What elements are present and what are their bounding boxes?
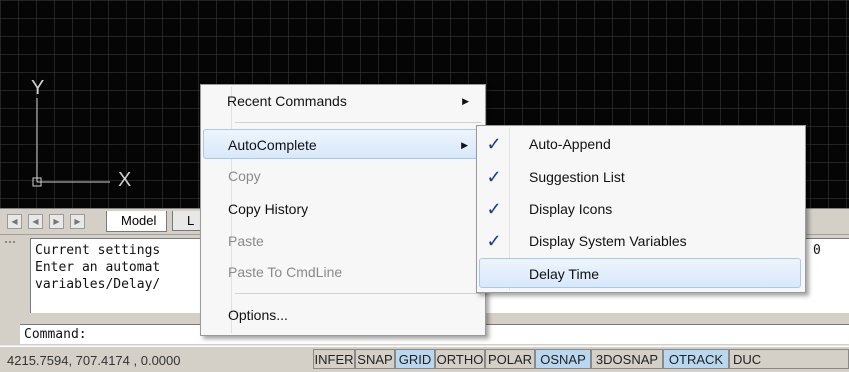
menu-item-paste-to-cmdline: Paste To CmdLine <box>228 264 343 280</box>
status-button-ducs[interactable]: DUC <box>729 349 849 369</box>
status-button-3dosnap[interactable]: 3DOSNAP <box>591 349 663 369</box>
checkmark-icon: ✓ <box>486 231 502 251</box>
submenu-arrow-icon: ▶ <box>461 140 468 150</box>
submenu-item-auto-append[interactable]: ✓ Auto-Append <box>479 129 801 159</box>
ucs-icon: Y X <box>31 77 131 191</box>
menu-item-copy: Copy <box>228 168 261 184</box>
autocomplete-submenu: ✓ Auto-Append ✓ Suggestion List ✓ Displa… <box>476 125 806 293</box>
menu-item-autocomplete[interactable]: AutoComplete ▶ <box>203 129 481 159</box>
submenu-item-display-icons[interactable]: ✓ Display Icons <box>479 194 801 224</box>
previous-tab-icon[interactable]: ◀ <box>28 214 43 229</box>
submenu-arrow-icon: ▶ <box>462 96 469 106</box>
menu-item-copy-history[interactable]: Copy History <box>203 194 481 224</box>
status-button-osnap[interactable]: OSNAP <box>535 349 591 369</box>
history-right-fragment: 0 <box>813 243 821 258</box>
checkmark-icon: ✓ <box>486 167 502 187</box>
first-tab-icon[interactable]: ◀ <box>7 214 22 229</box>
coordinate-readout: 4215.7594, 707.4174 , 0.0000 <box>7 353 181 368</box>
menu-item-options[interactable]: Options... <box>203 300 481 330</box>
status-button-grid[interactable]: GRID <box>395 349 435 369</box>
last-tab-icon[interactable]: ▶ <box>70 214 85 229</box>
submenu-item-delay-time[interactable]: Delay Time <box>479 258 801 288</box>
submenu-item-suggestion-list[interactable]: ✓ Suggestion List <box>479 162 801 192</box>
ucs-y-label: Y <box>31 77 44 99</box>
ucs-x-label: X <box>118 169 131 191</box>
status-button-otrack[interactable]: OTRACK <box>663 349 729 369</box>
menu-separator <box>235 293 481 294</box>
checkmark-icon: ✓ <box>486 134 502 154</box>
grip-handle-icon[interactable] <box>5 241 15 248</box>
submenu-item-display-system-variables[interactable]: ✓ Display System Variables <box>479 226 801 256</box>
command-line-context-menu: Recent Commands ▶ AutoComplete ▶ Copy Co… <box>200 84 486 336</box>
status-button-infer[interactable]: INFER <box>313 349 355 369</box>
status-button-snap[interactable]: SNAP <box>355 349 395 369</box>
status-button-polar[interactable]: POLAR <box>485 349 535 369</box>
next-tab-icon[interactable]: ▶ <box>49 214 64 229</box>
menu-separator <box>235 122 481 123</box>
menu-item-paste: Paste <box>228 233 264 249</box>
checkmark-icon: ✓ <box>486 199 502 219</box>
status-button-ortho[interactable]: ORTHO <box>435 349 485 369</box>
tab-model[interactable]: Model <box>106 211 168 232</box>
status-bar: 4215.7594, 707.4174 , 0.0000 INFER SNAP … <box>0 346 849 372</box>
menu-item-recent-commands[interactable]: Recent Commands ▶ <box>203 86 481 116</box>
